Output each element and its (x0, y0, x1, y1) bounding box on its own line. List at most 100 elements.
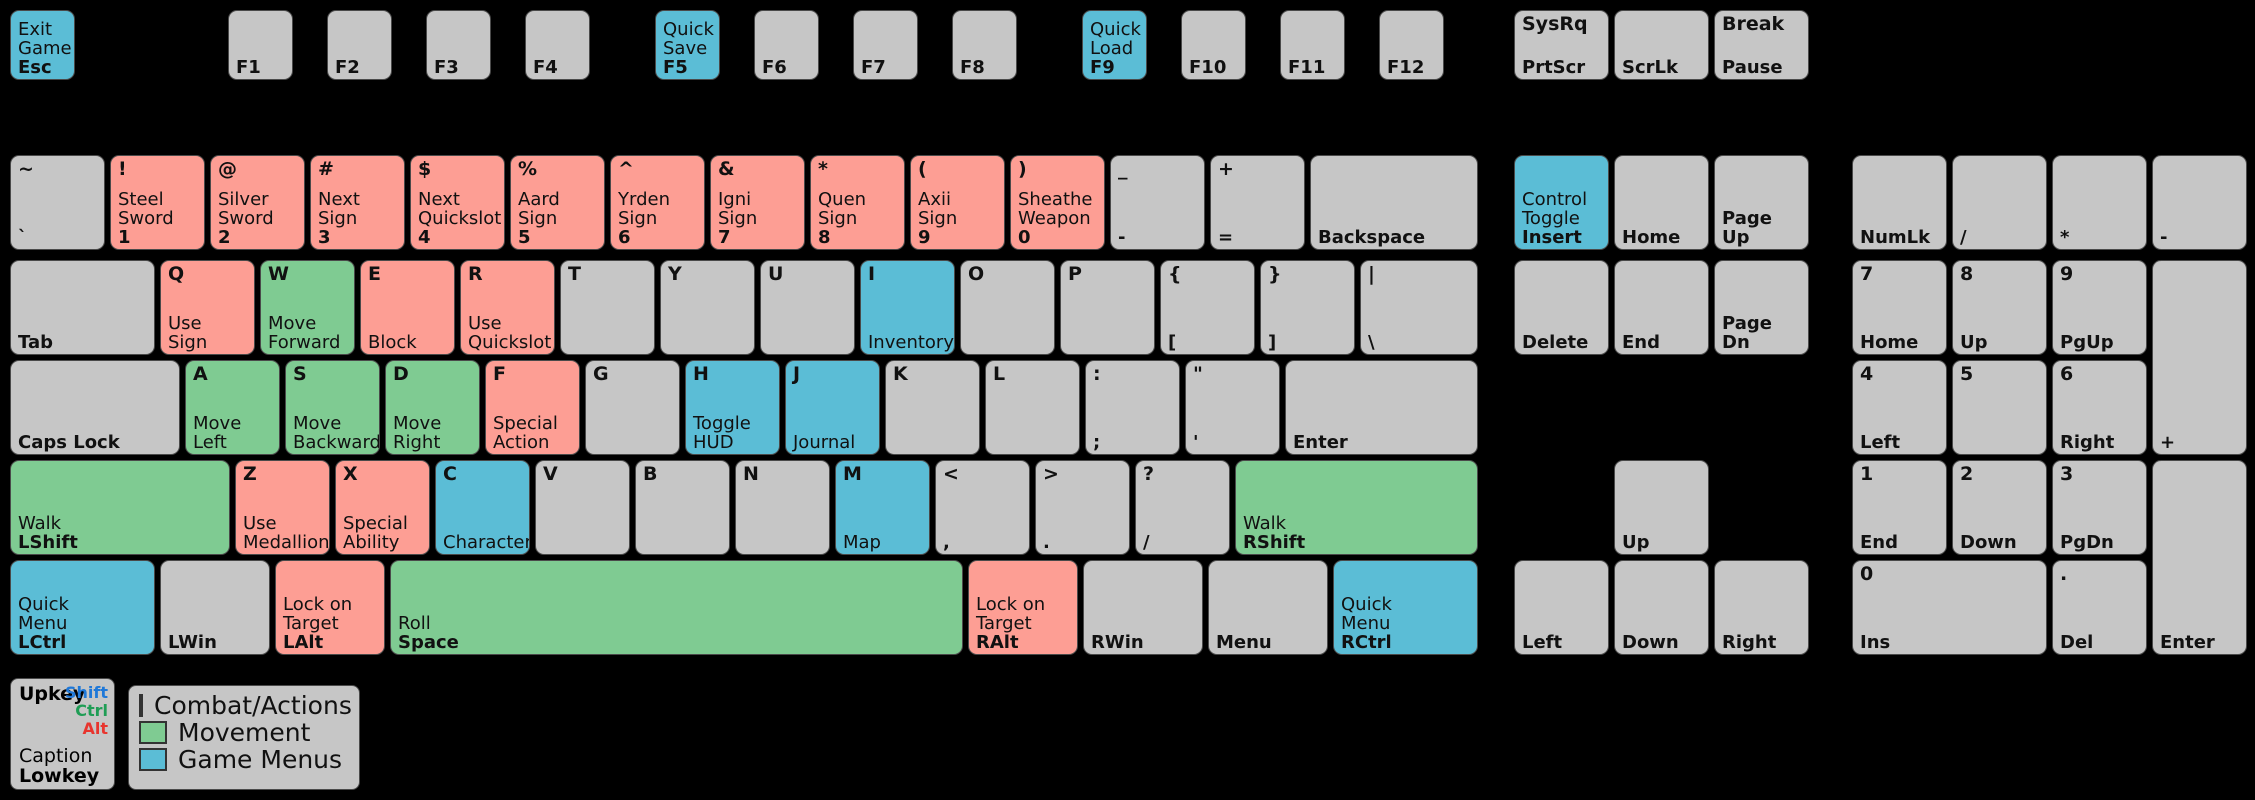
key-q[interactable]: Q Use Sign (160, 260, 255, 355)
key-lshift[interactable]: Walk LShift (10, 460, 230, 555)
key-c[interactable]: C Character (435, 460, 530, 555)
key-npadd[interactable]: + (2152, 260, 2247, 455)
key-equal[interactable]: + = (1210, 155, 1305, 250)
key-f10[interactable]: F10 (1181, 10, 1246, 80)
key-f6[interactable]: F6 (754, 10, 819, 80)
key-npdot[interactable]: . Del (2052, 560, 2147, 655)
key-end[interactable]: End (1614, 260, 1709, 355)
key-home[interactable]: Home (1614, 155, 1709, 250)
key-f3[interactable]: F3 (426, 10, 491, 80)
key-lctrl[interactable]: Quick Menu LCtrl (10, 560, 155, 655)
key-lbrack[interactable]: {[ (1160, 260, 1255, 355)
key-semicolon[interactable]: :; (1085, 360, 1180, 455)
key-d5[interactable]: % Aard Sign 5 (510, 155, 605, 250)
key-period[interactable]: >. (1035, 460, 1130, 555)
key-rbrack[interactable]: }] (1260, 260, 1355, 355)
key-np8[interactable]: 8 Up (1952, 260, 2047, 355)
key-np1[interactable]: 1 End (1852, 460, 1947, 555)
key-f7[interactable]: F7 (853, 10, 918, 80)
key-f12[interactable]: F12 (1379, 10, 1444, 80)
key-b[interactable]: B (635, 460, 730, 555)
key-arrowright[interactable]: Right (1714, 560, 1809, 655)
key-p[interactable]: P (1060, 260, 1155, 355)
key-ralt[interactable]: Lock on Target RAlt (968, 560, 1078, 655)
key-npdiv[interactable]: / (1952, 155, 2047, 250)
key-arrowleft[interactable]: Left (1514, 560, 1609, 655)
key-lalt[interactable]: Lock on Target LAlt (275, 560, 385, 655)
key-f11[interactable]: F11 (1280, 10, 1345, 80)
key-f2[interactable]: F2 (327, 10, 392, 80)
key-y[interactable]: Y (660, 260, 755, 355)
key-d6[interactable]: ^ Yrden Sign 6 (610, 155, 705, 250)
key-numlk[interactable]: NumLk (1852, 155, 1947, 250)
key-m[interactable]: M Map (835, 460, 930, 555)
key-npmul[interactable]: * (2052, 155, 2147, 250)
key-np7[interactable]: 7 Home (1852, 260, 1947, 355)
key-lwin[interactable]: LWin (160, 560, 270, 655)
key-np5[interactable]: 5 (1952, 360, 2047, 455)
key-arrowup[interactable]: Up (1614, 460, 1709, 555)
key-l[interactable]: L (985, 360, 1080, 455)
key-np4[interactable]: 4 Left (1852, 360, 1947, 455)
key-d4[interactable]: $ Next Quickslot 4 (410, 155, 505, 250)
key-delete[interactable]: Delete (1514, 260, 1609, 355)
key-arrowdown[interactable]: Down (1614, 560, 1709, 655)
key-d3[interactable]: # Next Sign 3 (310, 155, 405, 250)
key-f[interactable]: F Special Action (485, 360, 580, 455)
key-n[interactable]: N (735, 460, 830, 555)
key-g[interactable]: G (585, 360, 680, 455)
key-e[interactable]: E Block (360, 260, 455, 355)
key-rwin[interactable]: RWin (1083, 560, 1203, 655)
key-grave[interactable]: ~ ` (10, 155, 105, 250)
key-z[interactable]: Z Use Medallion (235, 460, 330, 555)
key-t[interactable]: T (560, 260, 655, 355)
key-insert[interactable]: Control Toggle Insert (1514, 155, 1609, 250)
key-menu[interactable]: Menu (1208, 560, 1328, 655)
key-npsub[interactable]: - (2152, 155, 2247, 250)
key-backslash[interactable]: | \ (1360, 260, 1478, 355)
key-f9[interactable]: Quick Load F9 (1082, 10, 1147, 80)
key-comma[interactable]: <, (935, 460, 1030, 555)
key-space[interactable]: Roll Space (390, 560, 963, 655)
key-capslock[interactable]: Caps Lock (10, 360, 180, 455)
key-x[interactable]: X Special Ability (335, 460, 430, 555)
key-f4[interactable]: F4 (525, 10, 590, 80)
key-pagedn[interactable]: Page Dn (1714, 260, 1809, 355)
key-np3[interactable]: 3 PgDn (2052, 460, 2147, 555)
key-npenter[interactable]: Enter (2152, 460, 2247, 655)
key-o[interactable]: O (960, 260, 1055, 355)
key-d9[interactable]: (Axii Sign 9 (910, 155, 1005, 250)
key-a[interactable]: A Move Left (185, 360, 280, 455)
key-d8[interactable]: * Quen Sign 8 (810, 155, 905, 250)
key-u[interactable]: U (760, 260, 855, 355)
key-f1[interactable]: F1 (228, 10, 293, 80)
key-quote[interactable]: " ' (1185, 360, 1280, 455)
key-r[interactable]: R Use Quickslot (460, 260, 555, 355)
key-np6[interactable]: 6 Right (2052, 360, 2147, 455)
key-h[interactable]: H Toggle HUD (685, 360, 780, 455)
key-scrlk[interactable]: ScrLk (1614, 10, 1709, 80)
key-s[interactable]: S Move Backward (285, 360, 380, 455)
key-enter[interactable]: Enter (1285, 360, 1478, 455)
key-prtscr[interactable]: SysRq PrtScr (1514, 10, 1609, 80)
key-f5[interactable]: Quick Save F5 (655, 10, 720, 80)
key-backspace[interactable]: Backspace (1310, 155, 1478, 250)
key-pause[interactable]: Break Pause (1714, 10, 1809, 80)
key-k[interactable]: K (885, 360, 980, 455)
key-j[interactable]: J Journal (785, 360, 880, 455)
key-esc[interactable]: Exit Game Esc (10, 10, 75, 80)
key-np0[interactable]: 0 Ins (1852, 560, 2047, 655)
key-rctrl[interactable]: Quick Menu RCtrl (1333, 560, 1478, 655)
key-d7[interactable]: & Igni Sign 7 (710, 155, 805, 250)
key-v[interactable]: V (535, 460, 630, 555)
key-w[interactable]: W Move Forward (260, 260, 355, 355)
key-d2[interactable]: @ Silver Sword 2 (210, 155, 305, 250)
key-slash[interactable]: ? / (1135, 460, 1230, 555)
key-np2[interactable]: 2 Down (1952, 460, 2047, 555)
key-i[interactable]: I Inventory (860, 260, 955, 355)
key-f8[interactable]: F8 (952, 10, 1017, 80)
key-pageup[interactable]: Page Up (1714, 155, 1809, 250)
key-d0[interactable]: ) Sheathe Weapon 0 (1010, 155, 1105, 250)
key-np9[interactable]: 9 PgUp (2052, 260, 2147, 355)
key-d[interactable]: D Move Right (385, 360, 480, 455)
